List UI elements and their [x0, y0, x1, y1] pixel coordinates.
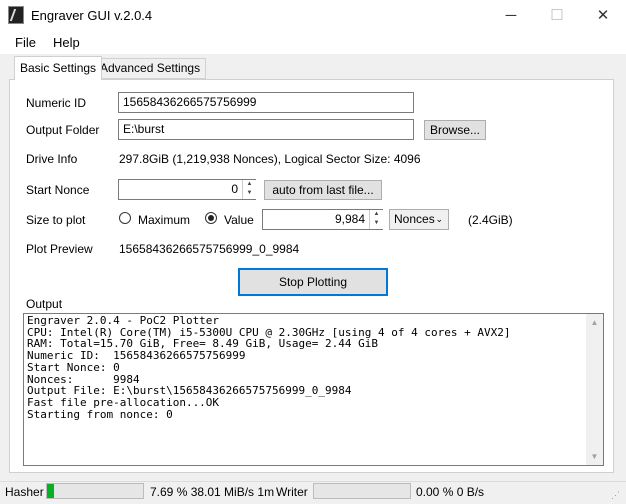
browse-button[interactable]: Browse...: [424, 120, 486, 140]
menu-help[interactable]: Help: [53, 35, 80, 50]
output-line: Fast file pre-allocation...OK: [27, 395, 220, 409]
stop-plotting-button[interactable]: Stop Plotting: [238, 268, 388, 296]
hasher-label: Hasher: [5, 485, 44, 499]
auto-from-last-file-button[interactable]: auto from last file...: [264, 180, 382, 200]
chevron-down-icon: ⌄: [435, 214, 443, 224]
size-gib-label: (2.4GiB): [468, 213, 513, 227]
output-label: Output: [26, 297, 63, 311]
output-folder-input[interactable]: E:\burst: [118, 119, 414, 140]
radio-maximum[interactable]: [119, 212, 131, 224]
size-spinner[interactable]: ▲ ▼: [369, 210, 383, 229]
unit-select-value: Nonces: [394, 212, 435, 226]
spin-up-icon[interactable]: ▲: [243, 180, 256, 189]
size-value: 9,984: [334, 212, 365, 226]
hasher-progress-fill: [47, 484, 55, 498]
drive-info-value: 297.8GiB (1,219,938 Nonces), Logical Sec…: [119, 152, 421, 166]
output-line: Engraver 2.0.4 - PoC2 Plotter: [27, 314, 220, 327]
output-scrollbar[interactable]: ▲ ▼: [586, 314, 603, 465]
output-console[interactable]: Engraver 2.0.4 - PoC2 Plotter CPU: Intel(…: [23, 313, 604, 466]
writer-status-text: 0.00 % 0 B/s: [416, 485, 485, 499]
resize-grip-icon[interactable]: ⋰: [611, 490, 620, 501]
tab-advanced-settings[interactable]: Advanced Settings: [94, 58, 207, 79]
scroll-up-icon[interactable]: ▲: [586, 314, 603, 331]
radio-maximum-label[interactable]: Maximum: [138, 213, 190, 227]
output-folder-label: Output Folder: [26, 123, 100, 137]
writer-label: Writer: [276, 485, 308, 499]
size-value-input[interactable]: 9,984: [262, 209, 383, 230]
output-line: Start Nonce: 0: [27, 360, 120, 374]
plot-preview-label: Plot Preview: [26, 242, 93, 256]
app-logo-icon: [8, 6, 24, 24]
drive-info-label: Drive Info: [26, 152, 78, 166]
spin-down-icon[interactable]: ▼: [370, 219, 383, 228]
numeric-id-label: Numeric ID: [26, 96, 87, 110]
window-title: Engraver GUI v.2.0.4: [31, 8, 153, 23]
plot-preview-value: 15658436266575756999_0_9984: [119, 242, 300, 256]
spin-down-icon[interactable]: ▼: [243, 189, 256, 198]
close-icon[interactable]: ✕: [580, 0, 626, 32]
scroll-down-icon[interactable]: ▼: [586, 448, 603, 465]
start-nonce-spinner[interactable]: ▲ ▼: [242, 180, 256, 199]
start-nonce-input[interactable]: 0: [118, 179, 256, 200]
radio-value-label[interactable]: Value: [224, 213, 254, 227]
spin-up-icon[interactable]: ▲: [370, 210, 383, 219]
menu-file[interactable]: File: [15, 35, 36, 50]
hasher-status-text: 7.69 % 38.01 MiB/s 1m: [150, 485, 275, 499]
tab-basic-settings[interactable]: Basic Settings: [14, 56, 103, 80]
unit-select[interactable]: Nonces ⌄: [389, 209, 449, 230]
maximize-icon[interactable]: ☐: [534, 0, 580, 32]
start-nonce-label: Start Nonce: [26, 183, 90, 197]
minimize-icon[interactable]: ─: [488, 0, 534, 32]
hasher-progress-bar: [46, 483, 144, 499]
size-to-plot-label: Size to plot: [26, 213, 86, 227]
start-nonce-value: 0: [231, 182, 238, 196]
output-text: Engraver 2.0.4 - PoC2 Plotter CPU: Intel(…: [27, 315, 587, 420]
menu-bar: [0, 32, 626, 54]
numeric-id-input[interactable]: 15658436266575756999: [118, 92, 414, 113]
writer-progress-bar: [313, 483, 411, 499]
radio-value[interactable]: [205, 212, 217, 224]
output-line: Starting from nonce: 0: [27, 407, 173, 421]
